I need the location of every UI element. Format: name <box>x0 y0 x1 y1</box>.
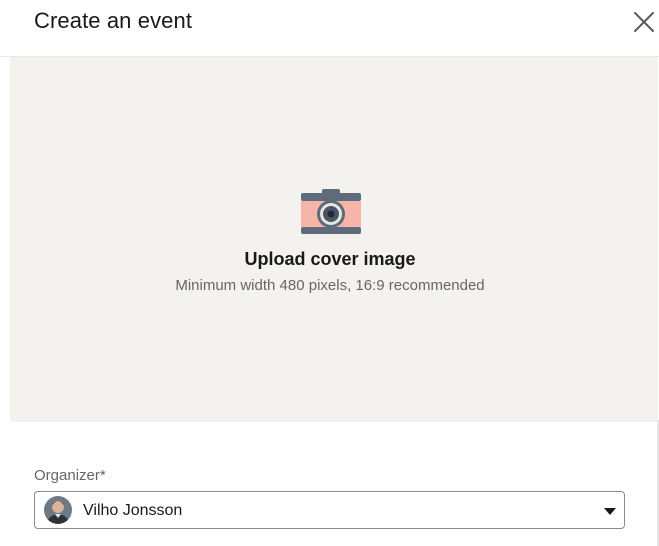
upload-cover-subtitle: Minimum width 480 pixels, 16:9 recommend… <box>175 277 485 294</box>
organizer-select[interactable]: Vilho Jonsson <box>34 491 625 529</box>
close-icon <box>634 12 654 32</box>
camera-icon <box>301 189 361 234</box>
cover-image-upload-area[interactable]: Upload cover image Minimum width 480 pix… <box>10 57 658 422</box>
organizer-label: Organizer* <box>34 467 106 484</box>
dialog-header: Create an event <box>0 0 659 56</box>
upload-cover-title: Upload cover image <box>244 249 416 269</box>
close-button[interactable] <box>630 8 658 36</box>
organizer-selected-name: Vilho Jonsson <box>83 502 183 519</box>
create-event-dialog: Create an event Upload cover image Minim… <box>0 0 659 546</box>
avatar <box>44 496 72 524</box>
dialog-title: Create an event <box>34 8 193 33</box>
caret-down-icon <box>604 508 616 515</box>
